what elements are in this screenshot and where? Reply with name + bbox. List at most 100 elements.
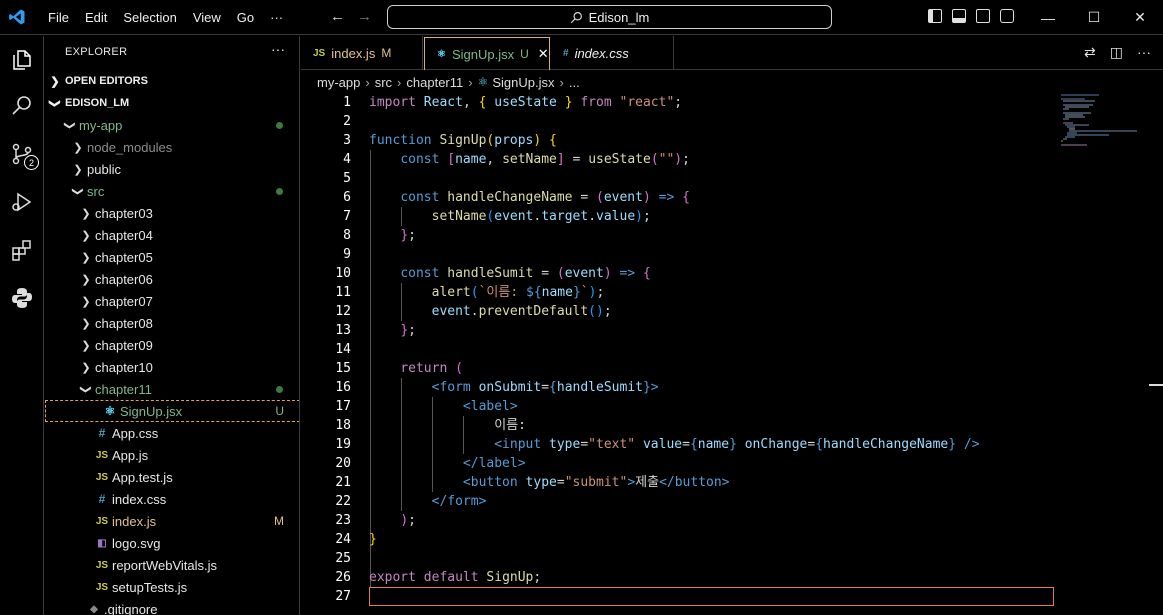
code-line[interactable]: function SignUp(props) { [369, 131, 1059, 150]
code-editor[interactable]: 1 2 3 4 5 6 7 8 9 10 11 12 13 14 15 16 17 18 19 20 21 22 23 24 2… [301, 93, 1163, 615]
menu-item-file[interactable]: File [40, 0, 77, 35]
folder-item[interactable]: ❯ chapter06 [45, 268, 299, 290]
code-line[interactable]: }; [369, 226, 1059, 245]
file-item[interactable]: ◆ .gitignore [45, 598, 299, 615]
code-token: { [549, 380, 557, 395]
code-line[interactable]: import React, { useState } from "react"; [369, 93, 1059, 112]
code-line[interactable]: ); [369, 511, 1059, 530]
file-item[interactable]: JS reportWebVitals.js [45, 554, 299, 576]
code-line[interactable] [369, 587, 1059, 606]
code-line[interactable]: <button type="submit">제출</button> [369, 473, 1059, 492]
search-icon[interactable] [8, 92, 36, 120]
code-line[interactable]: export default SignUp; [369, 568, 1059, 587]
run-debug-icon[interactable] [8, 188, 36, 216]
code-line[interactable] [369, 340, 1059, 359]
file-item[interactable]: # App.css [45, 422, 299, 444]
tab-index-css[interactable]: # index.css [551, 36, 674, 70]
menu-item-view[interactable]: View [185, 0, 229, 35]
breadcrumb-item[interactable]: my-app [317, 75, 360, 90]
code-line[interactable]: const [name, setName] = useState(""); [369, 150, 1059, 169]
maximize-button[interactable]: ☐ [1071, 0, 1117, 35]
tree-item-label: .gitignore [104, 601, 158, 615]
folder-item[interactable]: ❯ public [45, 158, 299, 180]
close-tab-icon[interactable]: ✕ [538, 46, 549, 62]
code-line[interactable]: } [369, 530, 1059, 549]
code-line[interactable] [369, 169, 1059, 188]
code-line[interactable]: 이름: [369, 416, 1059, 435]
tab-status: U [520, 47, 529, 61]
code-line[interactable] [369, 549, 1059, 568]
code-line[interactable]: alert(`이름: ${name}`); [369, 283, 1059, 302]
command-center-search[interactable]: Edison_lm [387, 5, 832, 29]
forward-arrow-icon[interactable]: → [357, 8, 372, 26]
breadcrumb-item[interactable]: chapter11 [406, 75, 463, 90]
code-line[interactable]: </label> [369, 454, 1059, 473]
file-item[interactable]: ◧ logo.svg [45, 532, 299, 554]
code-line[interactable]: setName(event.target.value); [369, 207, 1059, 226]
code-line[interactable]: event.preventDefault(); [369, 302, 1059, 321]
toggle-panel-icon[interactable] [952, 9, 966, 23]
breadcrumb-item[interactable]: ... [569, 75, 580, 90]
chevron-right-icon: ❯ [73, 141, 83, 154]
code-token: value [596, 209, 636, 224]
code-line[interactable]: </form> [369, 492, 1059, 511]
folder-item[interactable]: ❯ node_modules [45, 136, 299, 158]
toggle-secondary-sidebar-icon[interactable] [976, 9, 990, 23]
explorer-more-actions-icon[interactable]: ··· [271, 41, 285, 57]
folder-item[interactable]: ❯ chapter10 [45, 356, 299, 378]
folder-item[interactable]: ❯ chapter03 [45, 202, 299, 224]
folder-item[interactable]: ❯ chapter08 [45, 312, 299, 334]
code-line[interactable]: <input type="text" value={name} onChange… [369, 435, 1059, 454]
split-editor-icon[interactable]: ◫ [1110, 44, 1123, 61]
code-token: } [369, 532, 377, 547]
folder-item[interactable]: ❯ chapter07 [45, 290, 299, 312]
code-token: ] [556, 152, 565, 167]
file-item[interactable]: ⚛ SignUp.jsx U [45, 400, 299, 422]
tab-signup-jsx[interactable]: ⚛ SignUp.jsx U ✕ [424, 37, 550, 70]
menu-item-go[interactable]: Go [229, 0, 262, 35]
line-number: 19 [335, 437, 351, 452]
close-window-button[interactable]: ✕ [1117, 0, 1163, 35]
folder-item[interactable]: ❯ chapter05 [45, 246, 299, 268]
menu-item-selection[interactable]: Selection [115, 0, 184, 35]
file-item[interactable]: # index.css [45, 488, 299, 510]
customize-layout-icon[interactable] [1000, 9, 1014, 23]
folder-item[interactable]: ❯ src [45, 180, 299, 202]
code-line[interactable]: const handleSumit = (event) => { [369, 264, 1059, 283]
folder-item[interactable]: ❯ my-app [45, 114, 299, 136]
folder-item[interactable]: ❯ chapter09 [45, 334, 299, 356]
code-line[interactable]: <form onSubmit={handleSumit}> [369, 378, 1059, 397]
code-content[interactable]: import React, { useState } from "react";… [369, 93, 1059, 606]
open-editors-section[interactable]: ❯ OPEN EDITORS [45, 70, 299, 92]
code-line[interactable]: }; [369, 321, 1059, 340]
minimap[interactable] [1059, 93, 1151, 153]
file-item[interactable]: JS App.js [45, 444, 299, 466]
code-line[interactable]: const handleChangeName = (event) => { [369, 188, 1059, 207]
breadcrumb-item[interactable]: src [375, 75, 392, 90]
menu-item-edit[interactable]: Edit [77, 0, 115, 35]
breadcrumb-item[interactable]: SignUp.jsx [492, 75, 554, 90]
file-item[interactable]: JS setupTests.js [45, 576, 299, 598]
workspace-section[interactable]: ❯ EDISON_LM [45, 92, 299, 114]
back-arrow-icon[interactable]: ← [330, 8, 345, 26]
toggle-primary-sidebar-icon[interactable] [928, 9, 942, 23]
explorer-files-icon[interactable] [8, 46, 36, 74]
code-line[interactable]: <label> [369, 397, 1059, 416]
tab-index-js[interactable]: JS index.js M [301, 36, 423, 70]
folder-item[interactable]: ❯ chapter11 [45, 378, 299, 400]
code-line[interactable] [369, 112, 1059, 131]
chevron-right-icon: ❯ [73, 163, 83, 176]
file-item[interactable]: JS index.js M [45, 510, 299, 532]
folder-item[interactable]: ❯ chapter04 [45, 224, 299, 246]
code-line[interactable]: return ( [369, 359, 1059, 378]
minimize-button[interactable]: — [1025, 0, 1071, 35]
code-line[interactable] [369, 245, 1059, 264]
file-item[interactable]: JS App.test.js [45, 466, 299, 488]
source-control-icon[interactable]: 2 [8, 140, 39, 170]
extensions-icon[interactable] [8, 236, 36, 264]
open-changes-icon[interactable]: ⇄ [1084, 44, 1096, 61]
python-icon[interactable] [8, 284, 36, 312]
more-actions-icon[interactable]: ··· [1137, 44, 1151, 61]
menu-item-more[interactable]: ··· [262, 0, 291, 35]
